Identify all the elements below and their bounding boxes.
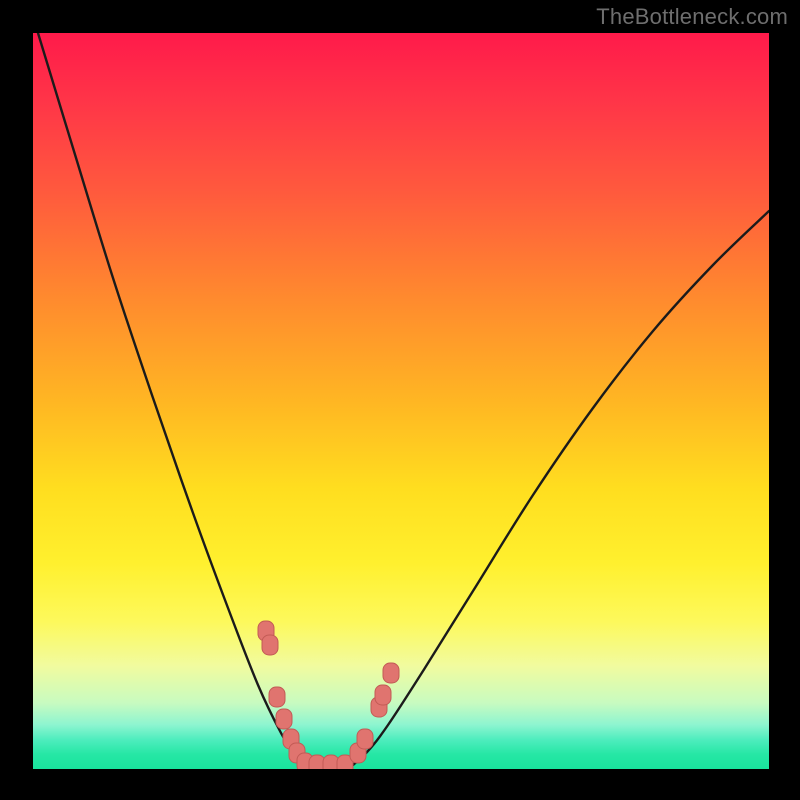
data-marker [383,663,399,683]
watermark-text: TheBottleneck.com [596,4,788,30]
data-marker [375,685,391,705]
curve-group [38,33,769,765]
marker-group [258,621,399,769]
data-marker [276,709,292,729]
chart-frame: TheBottleneck.com [0,0,800,800]
data-marker [357,729,373,749]
chart-svg [33,33,769,769]
data-marker [269,687,285,707]
bottleneck-curve-left [38,33,305,765]
data-marker [262,635,278,655]
bottleneck-curve-right [353,211,769,765]
plot-area [33,33,769,769]
